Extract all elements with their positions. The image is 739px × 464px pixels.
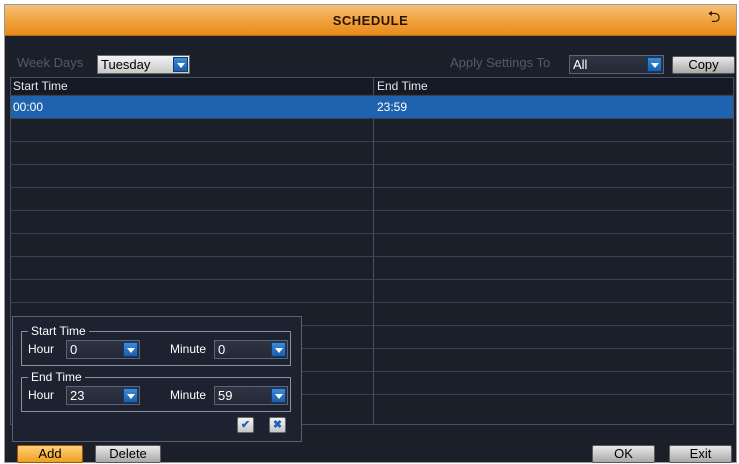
time-editor-popup: Start Time Hour 0 Minute 0 End Time Hour… (12, 316, 302, 442)
end-hour-label: Hour (28, 388, 55, 402)
check-icon[interactable]: ✔ (237, 417, 254, 433)
end-minute-label: Minute (170, 388, 207, 402)
back-icon[interactable]: ⮌ (704, 8, 724, 28)
add-button[interactable]: Add (17, 445, 83, 463)
chevron-down-icon[interactable] (123, 388, 138, 403)
week-days-value: Tuesday (101, 57, 151, 72)
chevron-down-icon[interactable] (123, 342, 138, 357)
column-header-end: End Time (377, 79, 428, 93)
end-hour-select[interactable]: 23 (66, 386, 140, 405)
chevron-down-icon[interactable] (647, 57, 662, 72)
exit-button[interactable]: Exit (669, 445, 732, 463)
apply-settings-label: Apply Settings To (450, 55, 551, 70)
end-minute-value: 59 (218, 388, 233, 403)
start-minute-value: 0 (218, 342, 226, 357)
copy-button[interactable]: Copy (672, 56, 735, 74)
table-row-empty[interactable] (11, 187, 733, 210)
table-row-empty[interactable] (11, 233, 733, 256)
chevron-down-icon[interactable] (173, 57, 188, 72)
title-bar: SCHEDULE ⮌ (5, 5, 736, 36)
start-time-group: Start Time Hour 0 Minute 0 (21, 324, 291, 366)
start-hour-value: 0 (70, 342, 78, 357)
start-minute-select[interactable]: 0 (214, 340, 288, 359)
start-hour-select[interactable]: 0 (66, 340, 140, 359)
chevron-down-icon[interactable] (271, 388, 286, 403)
table-row[interactable]: 00:00 23:59 (11, 95, 733, 118)
week-days-label: Week Days (17, 55, 84, 70)
x-icon[interactable]: ✖ (269, 417, 286, 433)
start-hour-label: Hour (28, 342, 55, 356)
end-time-cell: 23:59 (377, 100, 408, 114)
table-row-empty[interactable] (11, 118, 733, 141)
table-row-empty[interactable] (11, 279, 733, 302)
chevron-down-icon[interactable] (271, 342, 286, 357)
table-row-empty[interactable] (11, 256, 733, 279)
apply-settings-select[interactable]: All (569, 55, 664, 74)
column-header-start: Start Time (13, 79, 68, 93)
end-hour-value: 23 (70, 388, 85, 403)
delete-button[interactable]: Delete (95, 445, 161, 463)
end-time-group-title: End Time (28, 370, 85, 384)
start-time-group-title: Start Time (28, 324, 89, 338)
ok-button[interactable]: OK (592, 445, 655, 463)
end-time-group: End Time Hour 23 Minute 59 (21, 370, 291, 412)
window-title: SCHEDULE (332, 13, 409, 28)
apply-settings-value: All (573, 57, 588, 72)
start-time-cell: 00:00 (13, 100, 44, 114)
table-row-empty[interactable] (11, 141, 733, 164)
start-minute-label: Minute (170, 342, 207, 356)
table-header: Start Time End Time (11, 78, 733, 94)
week-days-select[interactable]: Tuesday (97, 55, 190, 74)
table-row-empty[interactable] (11, 210, 733, 233)
table-row-empty[interactable] (11, 164, 733, 187)
end-minute-select[interactable]: 59 (214, 386, 288, 405)
